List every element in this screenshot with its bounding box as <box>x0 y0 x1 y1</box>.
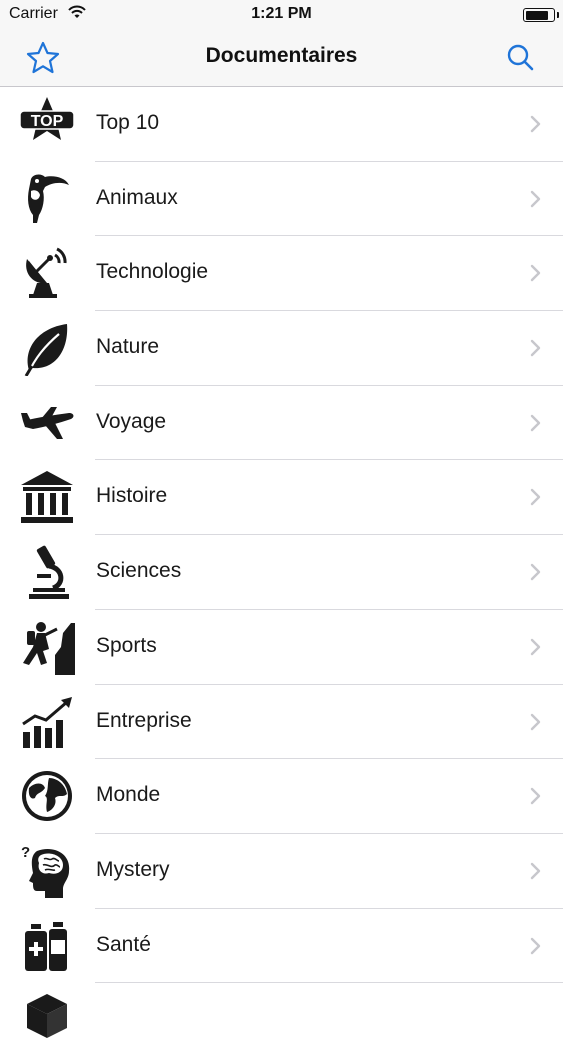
category-label: Voyage <box>96 409 167 433</box>
category-sports[interactable]: Sports <box>0 610 563 685</box>
search-icon <box>507 44 534 71</box>
chevron-right-icon <box>530 115 541 133</box>
chevron-right-icon <box>530 713 541 730</box>
category-animaux[interactable]: Animaux <box>0 162 563 237</box>
toucan-icon <box>28 174 69 223</box>
chevron-right-icon <box>530 787 541 805</box>
status-time: 1:21 PM <box>251 5 312 22</box>
question-mark: ? <box>21 844 30 861</box>
category-label: Top 10 <box>96 111 160 134</box>
medicine-bottles-icon <box>25 921 67 971</box>
globe-icon <box>22 771 72 822</box>
category-mystery[interactable]: ? Mystery <box>0 834 563 909</box>
chevron-right-icon <box>530 638 541 656</box>
cube-icon <box>27 994 67 1039</box>
category-label: Sciences <box>96 559 182 583</box>
chevron-right-icon <box>530 414 541 431</box>
category-label: Santé <box>96 932 151 956</box>
status-bar: Carrier 1:21 PM <box>0 0 563 30</box>
category-monde[interactable]: Monde <box>0 759 563 834</box>
category-label: Entreprise <box>96 708 192 732</box>
battery-icon <box>523 8 559 22</box>
category-label: Sports <box>96 633 157 657</box>
chevron-right-icon <box>530 489 541 506</box>
chevron-right-icon <box>530 190 541 207</box>
climber-icon <box>23 621 75 675</box>
growth-chart-icon <box>22 696 72 748</box>
category-top-10[interactable]: TOP Top 10 <box>0 87 563 162</box>
airplane-icon <box>21 406 74 439</box>
category-nature[interactable]: Nature <box>0 311 563 386</box>
category-label: Histoire <box>96 484 168 508</box>
chevron-right-icon <box>530 563 541 581</box>
museum-icon <box>21 471 73 524</box>
chevron-right-icon <box>530 937 541 954</box>
page-title: Documentaires <box>205 44 358 67</box>
category-label: Animaux <box>96 185 178 209</box>
category-next-partial[interactable] <box>0 983 563 1058</box>
category-label: Technologie <box>96 260 209 284</box>
category-voyage[interactable]: Voyage <box>0 386 563 461</box>
satellite-dish-icon <box>26 248 67 299</box>
category-technologie[interactable]: Technologie <box>0 236 563 312</box>
chevron-right-icon <box>530 339 541 357</box>
category-label: Nature <box>96 335 160 359</box>
top-badge-text: TOP <box>31 113 64 130</box>
category-label: Mystery <box>96 857 170 881</box>
microscope-icon <box>29 545 69 600</box>
chevron-right-icon <box>530 265 541 282</box>
category-list: TOP Top 10 Animaux Technologie Nature Vo… <box>0 87 563 1058</box>
brain-question-icon: ? <box>21 844 70 898</box>
navigation-bar: Documentaires <box>0 30 563 87</box>
search-button[interactable] <box>501 40 541 76</box>
category-histoire[interactable]: Histoire <box>0 460 563 536</box>
category-sante[interactable]: Santé <box>0 909 563 984</box>
category-sciences[interactable]: Sciences <box>0 535 563 610</box>
category-label: Monde <box>96 783 161 807</box>
category-entreprise[interactable]: Entreprise <box>0 685 563 760</box>
chevron-right-icon <box>530 862 541 880</box>
leaf-icon <box>24 324 68 377</box>
top-10-icon: TOP <box>19 97 75 140</box>
